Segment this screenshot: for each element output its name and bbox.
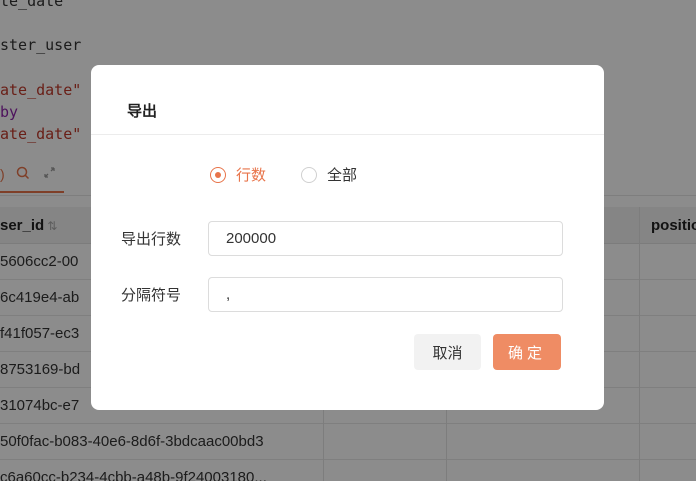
cancel-button[interactable]: 取消: [414, 334, 481, 370]
radio-label-all: 全部: [327, 167, 358, 184]
export-dialog: 导出 行数 全部 导出行数 分隔符号 取消 确定: [91, 65, 604, 410]
confirm-button[interactable]: 确定: [493, 334, 561, 370]
row-count-label: 导出行数: [121, 231, 182, 248]
radio-checked-icon[interactable]: [210, 166, 226, 183]
radio-all[interactable]: 全部: [301, 164, 357, 185]
dialog-divider: [91, 134, 604, 135]
dialog-title: 导出: [127, 103, 158, 120]
radio-label-row-count: 行数: [236, 167, 267, 184]
radio-unchecked-icon[interactable]: [301, 166, 317, 183]
row-count-input[interactable]: [208, 221, 563, 256]
radio-row-count[interactable]: 行数: [210, 164, 266, 185]
separator-input[interactable]: [208, 277, 563, 312]
separator-label: 分隔符号: [121, 287, 182, 304]
